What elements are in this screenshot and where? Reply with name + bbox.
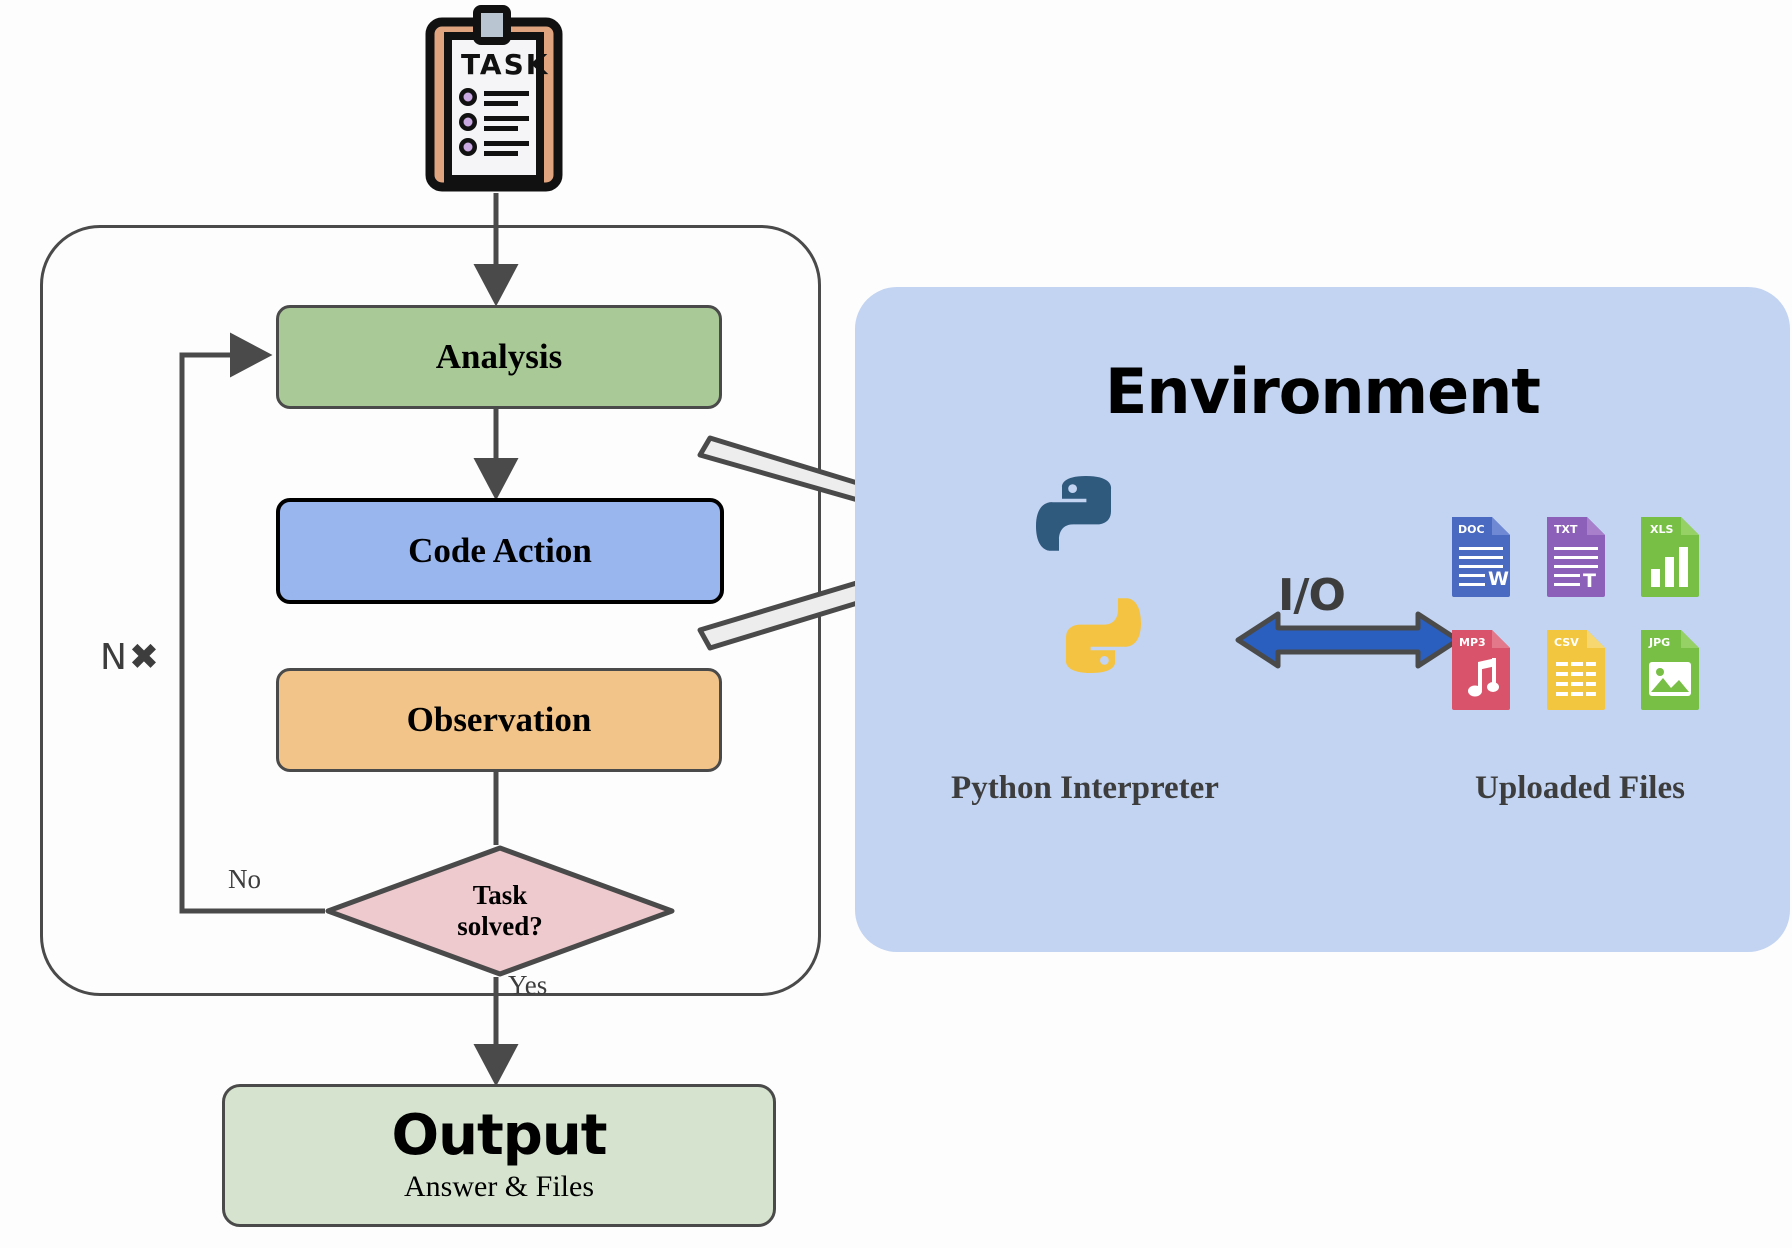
svg-text:TXT: TXT (1554, 523, 1578, 536)
branch-label-yes: Yes (508, 970, 548, 1000)
svg-text:MP3: MP3 (1459, 636, 1486, 649)
svg-text:T: T (1583, 570, 1596, 592)
branch-label-no: No (228, 864, 261, 894)
python-logo-icon (980, 470, 1200, 680)
decision-label-line2: solved? (457, 911, 543, 941)
uploaded-files-label: Uploaded Files (1475, 770, 1685, 806)
decision-task-solved[interactable]: Task solved? (325, 845, 675, 977)
step-observation-label: Observation (406, 700, 592, 739)
file-icon-txt[interactable]: TXT T (1543, 515, 1609, 599)
file-icon-csv[interactable]: CSV (1543, 628, 1609, 712)
output-title: Output (391, 1102, 608, 1168)
step-analysis-box[interactable]: Analysis (276, 305, 722, 409)
svg-text:CSV: CSV (1554, 636, 1579, 649)
file-icon-jpg[interactable]: JPG (1637, 628, 1703, 712)
output-subtitle: Answer & Files (404, 1169, 594, 1203)
step-code-action-label: Code Action (408, 531, 592, 570)
io-double-arrow (1235, 611, 1461, 669)
svg-text:XLS: XLS (1650, 523, 1673, 536)
task-clipboard-icon: TASK (424, 5, 564, 193)
file-icon-mp3[interactable]: MP3 (1448, 628, 1514, 712)
decision-label-line1: Task (472, 879, 528, 910)
output-box[interactable]: Output Answer & Files (222, 1084, 776, 1227)
svg-text:TASK: TASK (461, 48, 549, 81)
step-code-action-box[interactable]: Code Action (276, 498, 724, 604)
svg-text:DOC: DOC (1458, 523, 1485, 536)
uploaded-files-grid: DOC W TXT T XLS MP3 CSV JPG (1448, 515, 1718, 730)
file-icon-doc[interactable]: DOC W (1448, 515, 1514, 599)
io-label: I/O (1278, 570, 1346, 621)
step-observation-box[interactable]: Observation (276, 668, 722, 772)
file-icon-xls[interactable]: XLS (1637, 515, 1703, 599)
svg-text:JPG: JPG (1648, 636, 1670, 649)
svg-text:W: W (1488, 568, 1509, 590)
python-interpreter-label: Python Interpreter (951, 770, 1219, 806)
step-analysis-label: Analysis (435, 337, 563, 376)
environment-title: Environment (1105, 355, 1541, 428)
loop-repeat-label: N✖ (100, 637, 162, 678)
